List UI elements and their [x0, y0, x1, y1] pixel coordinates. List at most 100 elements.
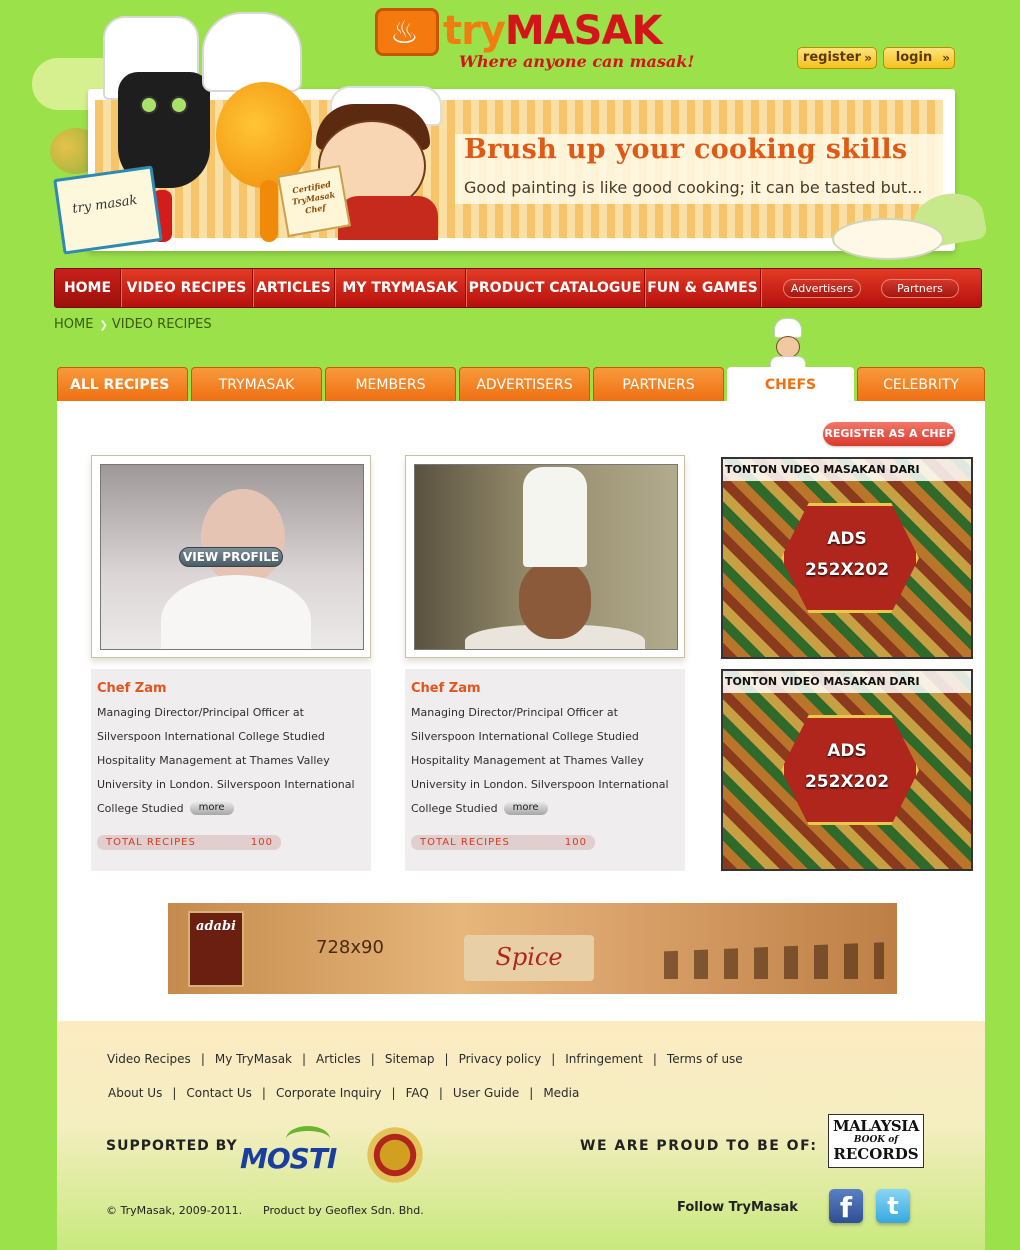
total-recipes-label: TOTAL RECIPES [106, 837, 196, 848]
footer-separator: | [200, 1052, 205, 1066]
footer-link-articles[interactable]: Articles [316, 1052, 361, 1066]
chef-name[interactable]: Chef Zam [97, 681, 167, 696]
nav-home[interactable]: HOME [55, 269, 121, 307]
footer-separator: | [438, 1086, 443, 1100]
nav-my-trymasak[interactable]: MY TRYMASAK [335, 269, 466, 307]
banner-title: Brush up your cooking skills [464, 134, 908, 165]
ad-banner[interactable]: TONTON VIDEO MASAKAN DARI ADS 252X202 [721, 669, 973, 871]
nav-advertisers-button[interactable]: Advertisers [783, 279, 861, 298]
register-as-chef-button[interactable]: REGISTER AS A CHEF [823, 422, 955, 446]
twitter-icon[interactable]: t [876, 1189, 910, 1223]
nav-product-catalogue[interactable]: PRODUCT CATALOGUE [466, 269, 645, 307]
ad-emblem [781, 503, 919, 613]
footer-link-privacy[interactable]: Privacy policy [459, 1052, 542, 1066]
trymasak-logo[interactable]: tryMASAK Where anyone can masak! [375, 6, 694, 76]
chef-card: VIEW PROFILE Chef Zam Managing Director/… [91, 455, 371, 871]
tab-trymasak[interactable]: TRYMASAK [191, 367, 322, 401]
breadcrumb-home[interactable]: HOME [54, 317, 93, 332]
tab-chefs[interactable]: CHEFS [727, 367, 854, 403]
breadcrumb-current: VIDEO RECIPES [111, 317, 212, 332]
ad-label: ADS [827, 529, 867, 549]
food-plate-illustration [832, 218, 944, 260]
footer-separator: | [261, 1086, 266, 1100]
chef-girl-body [338, 196, 438, 240]
logo-try: try [443, 8, 506, 54]
ad-emblem [781, 715, 919, 825]
chef-photo-frame[interactable]: VIEW PROFILE [91, 455, 371, 658]
total-recipes-bar: TOTAL RECIPES 100 [411, 835, 595, 850]
total-recipes-value: 100 [250, 837, 273, 848]
copyright: © TryMasak, 2009-2011. [106, 1204, 243, 1217]
leaderboard-ad[interactable]: adabi 728x90 Spice [168, 903, 897, 994]
follow-label: Follow TryMasak [677, 1200, 798, 1215]
footer-link-corporate[interactable]: Corporate Inquiry [276, 1086, 382, 1100]
logo-tagline: Where anyone can masak! [459, 52, 695, 71]
logo-wordmark: tryMASAK [443, 8, 663, 54]
more-button[interactable]: more [503, 802, 548, 815]
footer-link-about[interactable]: About Us [108, 1086, 162, 1100]
register-button[interactable]: register [797, 47, 877, 69]
pan-handle [260, 180, 278, 242]
footer-separator: | [444, 1052, 449, 1066]
chef-description-text: Managing Director/Principal Officer at S… [97, 706, 355, 815]
main-navigation: HOME VIDEO RECIPES ARTICLES MY TRYMASAK … [54, 268, 982, 308]
chef-description-text: Managing Director/Principal Officer at S… [411, 706, 669, 815]
breadcrumb-separator-icon: ❯ [99, 320, 108, 331]
nav-partners-button[interactable]: Partners [881, 279, 959, 298]
certified-chef-badge: Certified TryMasak Chef [277, 164, 351, 238]
camel-caravan-illustration [664, 942, 884, 979]
book-text: try masak [71, 192, 139, 217]
nav-fun-games[interactable]: FUN & GAMES [645, 269, 761, 307]
supported-by-label: SUPPORTED BY [106, 1138, 238, 1154]
mosti-logo[interactable]: MOSTI [240, 1126, 337, 1176]
spice-routes-logo: Spice [464, 935, 594, 981]
product-by: Product by Geoflex Sdn. Bhd. [263, 1204, 424, 1217]
ad-size: 252X202 [804, 560, 890, 580]
footer-link-faq[interactable]: FAQ [406, 1086, 429, 1100]
chef-description: Managing Director/Principal Officer at S… [411, 701, 675, 821]
tab-all-recipes[interactable]: ALL RECIPES [57, 367, 188, 401]
ad-banner[interactable]: TONTON VIDEO MASAKAN DARI ADS 252X202 [721, 457, 973, 659]
tab-celebrity[interactable]: CELEBRITY [857, 367, 985, 401]
login-button[interactable]: login [883, 47, 955, 69]
chef-card: Chef Zam Managing Director/Principal Off… [405, 455, 685, 871]
malaysia-book-of-records-logo[interactable]: MALAYSIA BOOK of RECORDS [828, 1114, 924, 1168]
tab-members[interactable]: MEMBERS [325, 367, 456, 401]
footer-link-terms[interactable]: Terms of use [667, 1052, 743, 1066]
total-recipes-label: TOTAL RECIPES [420, 837, 510, 848]
footer-separator: | [172, 1086, 177, 1100]
more-button[interactable]: more [189, 802, 234, 815]
footer-separator: | [529, 1086, 534, 1100]
footer-link-user-guide[interactable]: User Guide [453, 1086, 519, 1100]
ad-label: ADS [827, 741, 867, 761]
chef-photo-frame[interactable] [405, 455, 685, 658]
footer-link-my-trymasak[interactable]: My TryMasak [215, 1052, 292, 1066]
mascot-eye [170, 96, 188, 114]
footer-link-video-recipes[interactable]: Video Recipes [107, 1052, 191, 1066]
chef-photo[interactable] [414, 464, 678, 650]
recipe-book-illustration: try masak [53, 165, 163, 255]
mbr-line2: RECORDS [833, 1145, 919, 1163]
footer-link-sitemap[interactable]: Sitemap [385, 1052, 435, 1066]
view-profile-button[interactable]: VIEW PROFILE [179, 547, 283, 567]
ad-top-text: TONTON VIDEO MASAKAN DARI [723, 459, 971, 481]
footer-link-contact[interactable]: Contact Us [186, 1086, 252, 1100]
chef-photo[interactable]: VIEW PROFILE [100, 464, 364, 650]
footer-link-media[interactable]: Media [543, 1086, 579, 1100]
mascot-face [776, 336, 800, 358]
facebook-icon[interactable]: f [829, 1189, 863, 1224]
footer-links-row: Video Recipes | My TryMasak | Articles | Sitem… [107, 1052, 743, 1066]
chef-name[interactable]: Chef Zam [411, 681, 481, 696]
chef-description: Managing Director/Principal Officer at S… [97, 701, 361, 821]
ad-top-text: TONTON VIDEO MASAKAN DARI [723, 671, 971, 693]
tab-partners[interactable]: PARTNERS [593, 367, 724, 401]
tab-advertisers[interactable]: ADVERTISERS [459, 367, 590, 401]
nav-video-recipes[interactable]: VIDEO RECIPES [121, 269, 253, 307]
nav-articles[interactable]: ARTICLES [253, 269, 335, 307]
footer-link-infringement[interactable]: Infringement [565, 1052, 643, 1066]
footer-separator: | [652, 1052, 657, 1066]
adabi-logo: adabi [188, 911, 244, 987]
logo-masak: MASAK [504, 8, 663, 54]
footer-separator: | [370, 1052, 375, 1066]
chef-mascot-icon [768, 318, 808, 368]
